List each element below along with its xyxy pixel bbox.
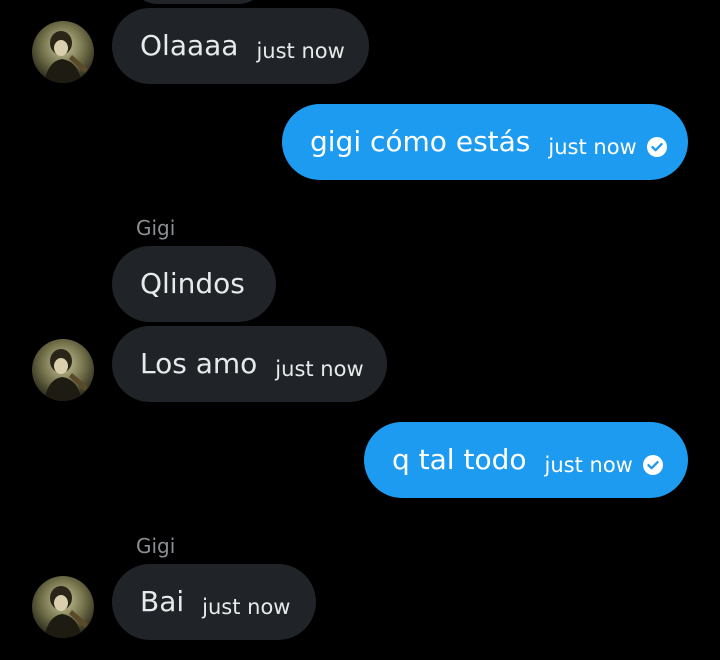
avatar[interactable] bbox=[32, 576, 94, 638]
message-text: Qlindos bbox=[140, 267, 245, 300]
message-bubble-incoming[interactable]: Qlindos bbox=[112, 246, 276, 322]
message-text: gigi cómo estás bbox=[310, 125, 531, 158]
message-timestamp: just now bbox=[202, 594, 291, 619]
sender-name: Gigi bbox=[136, 534, 176, 558]
message-timestamp: just now bbox=[256, 38, 345, 63]
message-text: q tal todo bbox=[392, 443, 527, 476]
check-circle-icon bbox=[646, 137, 667, 157]
message-timestamp: just now bbox=[275, 356, 364, 381]
message-timestamp: just now bbox=[544, 452, 633, 477]
message-text: Bai bbox=[140, 585, 185, 618]
message-timestamp: just now bbox=[548, 134, 637, 159]
message-bubble-incoming[interactable]: Los amo just now bbox=[112, 326, 387, 402]
avatar[interactable] bbox=[32, 21, 94, 83]
message-text: Los amo bbox=[140, 347, 258, 380]
message-bubble-incoming[interactable]: Bai just now bbox=[112, 564, 316, 640]
message-bubble-outgoing[interactable]: gigi cómo estás just now bbox=[282, 104, 688, 180]
conversation-view: Olaaaa just now gigi cómo estás just now… bbox=[0, 0, 720, 660]
message-bubble-incoming[interactable]: Olaaaa just now bbox=[112, 8, 369, 84]
message-text: Olaaaa bbox=[140, 29, 239, 62]
previous-message-bubble[interactable] bbox=[128, 0, 268, 4]
avatar[interactable] bbox=[32, 339, 94, 401]
message-bubble-outgoing[interactable]: q tal todo just now bbox=[364, 422, 688, 498]
sender-name: Gigi bbox=[136, 216, 176, 240]
check-circle-icon bbox=[642, 455, 663, 475]
